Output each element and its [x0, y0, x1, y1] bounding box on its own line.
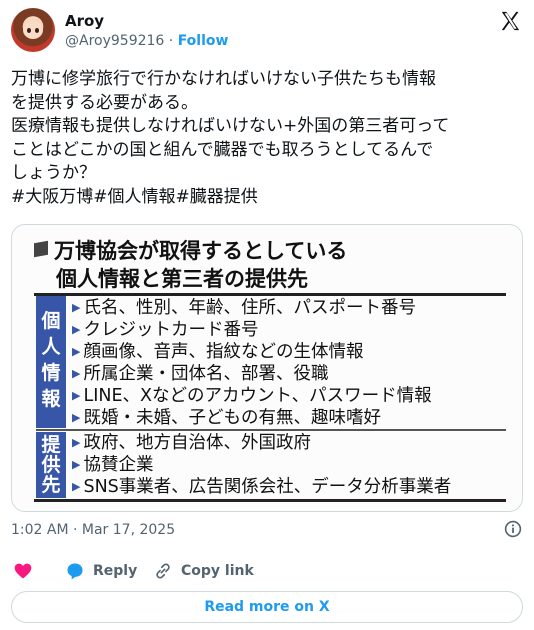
avatar[interactable]	[11, 8, 55, 52]
tweet-line: を提供する必要がある。	[11, 92, 198, 113]
list-item: 氏名、性別、年齢、住所、パスポート番号	[72, 297, 432, 319]
timestamp[interactable]: 1:02 AM · Mar 17, 2025	[11, 522, 175, 538]
image-title-line2: 個人情報と第三者の提供先	[56, 267, 308, 291]
list-item: 協賛企業	[72, 454, 451, 476]
section-label-recipients: 提供先	[36, 432, 66, 498]
handle-row: @Aroy959216 · Follow	[65, 33, 228, 49]
avatar-face	[23, 21, 43, 39]
info-icon[interactable]	[504, 520, 522, 538]
avatar-eye	[35, 28, 39, 33]
section-divider	[36, 429, 506, 431]
list-item: 所属企業・団体名、部署、役職	[72, 363, 432, 385]
author-handle[interactable]: @Aroy959216	[65, 33, 164, 49]
list-item: LINE、Xなどのアカウント、パスワード情報	[72, 385, 431, 407]
x-logo-icon[interactable]	[499, 10, 521, 32]
reply-button[interactable]: Reply	[65, 561, 137, 581]
image-title-line1: 万博協会が取得するとしている	[54, 239, 348, 263]
author-name[interactable]: Aroy	[65, 12, 104, 30]
heart-icon	[14, 563, 32, 579]
tweet-line: ことはどこかの国と組んで臓器でも取ろうとしてるんで	[11, 139, 434, 160]
read-more-button[interactable]: Read more on X	[11, 591, 523, 623]
tweet-line: 医療情報も提供しなければいけない+外国の第三者可って	[11, 116, 450, 137]
recipients-list: 政府、地方自治体、外国政府 協賛企業 SNS事業者、広告関係会社、データ分析事業…	[72, 432, 451, 498]
section-label-personal-text: 個人情報	[41, 310, 61, 410]
list-item: クレジットカード番号	[72, 319, 432, 341]
link-icon	[156, 563, 170, 579]
personal-info-list: 氏名、性別、年齢、住所、パスポート番号 クレジットカード番号 顔画像、音声、指紋…	[72, 297, 432, 429]
list-item: SNS事業者、広告関係会社、データ分析事業者	[72, 476, 451, 498]
title-rule	[34, 293, 506, 296]
bottom-rule	[34, 499, 506, 502]
tweet-line: しょうか？	[11, 163, 96, 184]
like-button[interactable]	[13, 561, 41, 581]
tweet-line: 万博に修学旅行で行かなければいけない子供たちも情報	[11, 69, 436, 89]
follow-button[interactable]: Follow	[178, 33, 229, 49]
image-title: 万博協会が取得するとしている 個人情報と第三者の提供先	[34, 237, 347, 293]
copy-link-label: Copy link	[181, 563, 254, 579]
cube-icon	[34, 240, 48, 258]
tweet-image[interactable]: 万博協会が取得するとしている 個人情報と第三者の提供先 個人情報 氏名、性別、年…	[11, 224, 523, 512]
section-label-recipients-text: 提供先	[41, 434, 61, 496]
list-item: 政府、地方自治体、外国政府	[72, 432, 451, 454]
separator-dot: ·	[168, 33, 174, 49]
list-item: 既婚・未婚、子どもの有無、趣味嗜好	[72, 407, 432, 429]
tweet-text: 万博に修学旅行で行かなければいけない子供たちも情報 を提供する必要がある。 医療…	[11, 68, 523, 210]
action-bar: Reply Copy link	[11, 561, 523, 583]
avatar-eye	[27, 28, 31, 33]
tweet-header: Aroy @Aroy959216 · Follow	[11, 8, 523, 56]
copy-link-button[interactable]: Copy link	[153, 561, 254, 581]
hashtags[interactable]: #大阪万博#個人情報#臓器提供	[11, 186, 523, 210]
list-item: 顔画像、音声、指紋などの生体情報	[72, 341, 432, 363]
section-label-personal: 個人情報	[36, 296, 66, 428]
reply-bubble-icon	[67, 563, 83, 580]
reply-label: Reply	[93, 563, 138, 579]
